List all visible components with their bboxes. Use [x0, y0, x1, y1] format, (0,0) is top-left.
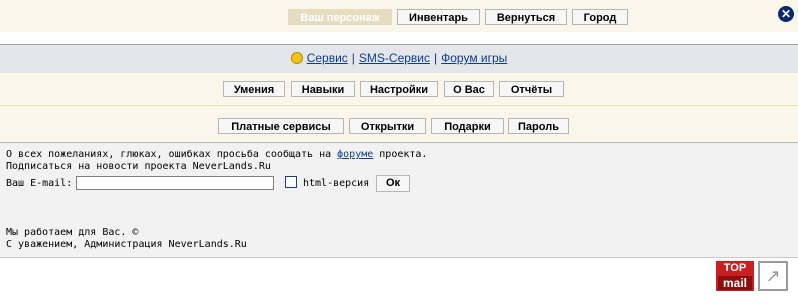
html-version-label: html-версия	[303, 178, 370, 189]
ok-button[interactable]: Ок	[376, 175, 410, 192]
forum-link[interactable]: форуме	[337, 149, 373, 160]
sms-service-link[interactable]: SMS-Сервис	[359, 51, 430, 65]
regards-text: С уважением, Администрация NeverLands.Ru	[6, 239, 247, 250]
service-link[interactable]: Сервис	[307, 51, 348, 65]
menu-row-1: Умения Навыки Настройки О Вас Отчёты	[0, 73, 798, 105]
game-forum-link[interactable]: Форум игры	[441, 51, 507, 65]
feedback-text: О всех пожеланиях, глюках, ошибках прось…	[6, 149, 427, 160]
top-navigation-bar: Ваш персонаж Инвентарь Вернуться Город	[0, 0, 798, 32]
about-button[interactable]: О Вас	[444, 81, 494, 97]
coin-icon	[290, 52, 303, 64]
html-version-checkbox[interactable]	[285, 176, 297, 188]
my-character-button[interactable]: Ваш персонаж	[288, 9, 392, 25]
settings-button[interactable]: Настройки	[360, 81, 438, 97]
menu-row-2: Платные сервисы Открытки Подарки Пароль	[0, 105, 798, 142]
external-link-arrow-icon[interactable]: ↗	[758, 261, 788, 291]
separator: |	[351, 51, 355, 65]
topmail-top-text: TOP	[723, 262, 747, 274]
abilities-button[interactable]: Навыки	[291, 81, 355, 97]
close-icon[interactable]: ✕	[778, 6, 794, 22]
topmail-bottom-text: mail	[718, 276, 752, 290]
feedback-text-end: проекта.	[373, 149, 428, 160]
subscribe-text: Подписаться на новости проекта NeverLand…	[6, 161, 271, 172]
skills-button[interactable]: Умения	[223, 81, 285, 97]
service-links: Сервис | SMS-Сервис | Форум игры	[0, 51, 798, 65]
postcards-button[interactable]: Открытки	[349, 118, 426, 134]
back-button[interactable]: Вернуться	[485, 9, 567, 25]
paid-services-button[interactable]: Платные сервисы	[218, 118, 344, 134]
feedback-text-start: О всех пожеланиях, глюках, ошибках прось…	[6, 149, 338, 160]
password-button[interactable]: Пароль	[508, 118, 569, 134]
email-label: Ваш E-mail:	[6, 178, 73, 189]
email-field[interactable]	[76, 176, 274, 190]
gifts-button[interactable]: Подарки	[431, 118, 504, 134]
inventory-button[interactable]: Инвентарь	[397, 9, 480, 25]
working-text: Мы работаем для Вас. ©	[6, 227, 139, 238]
reports-button[interactable]: Отчёты	[499, 81, 564, 97]
separator: |	[434, 51, 438, 65]
topmail-counter-icon[interactable]: TOP mail	[716, 261, 754, 291]
city-button[interactable]: Город	[572, 9, 628, 25]
